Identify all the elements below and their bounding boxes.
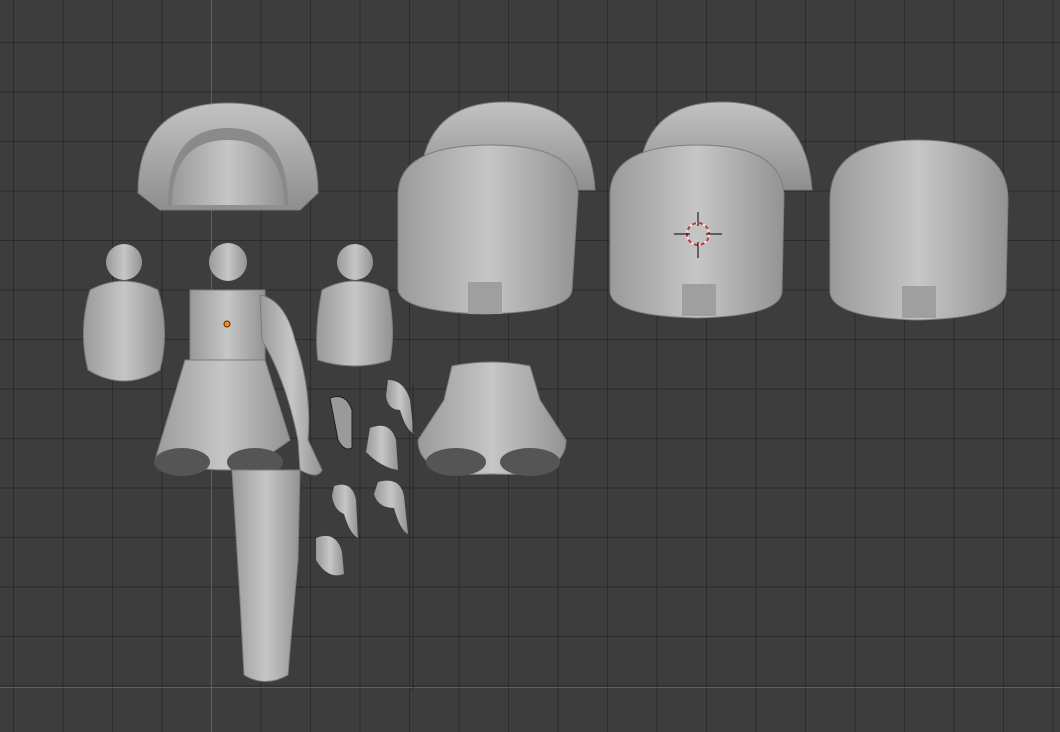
torso-back-left[interactable] xyxy=(83,244,165,382)
head-shell-2[interactable] xyxy=(609,101,813,319)
head-shell-1[interactable] xyxy=(397,101,596,315)
head-shell-3[interactable] xyxy=(829,139,1009,321)
hand-parts[interactable] xyxy=(316,380,414,576)
hip-piece[interactable] xyxy=(417,361,567,476)
body-with-arm[interactable] xyxy=(154,243,323,682)
scene-objects[interactable] xyxy=(0,0,1060,732)
3d-viewport[interactable] xyxy=(0,0,1060,732)
torso-back-right[interactable] xyxy=(316,244,394,367)
hair-back-piece-1[interactable] xyxy=(137,102,319,211)
object-origin-icon xyxy=(223,320,231,328)
